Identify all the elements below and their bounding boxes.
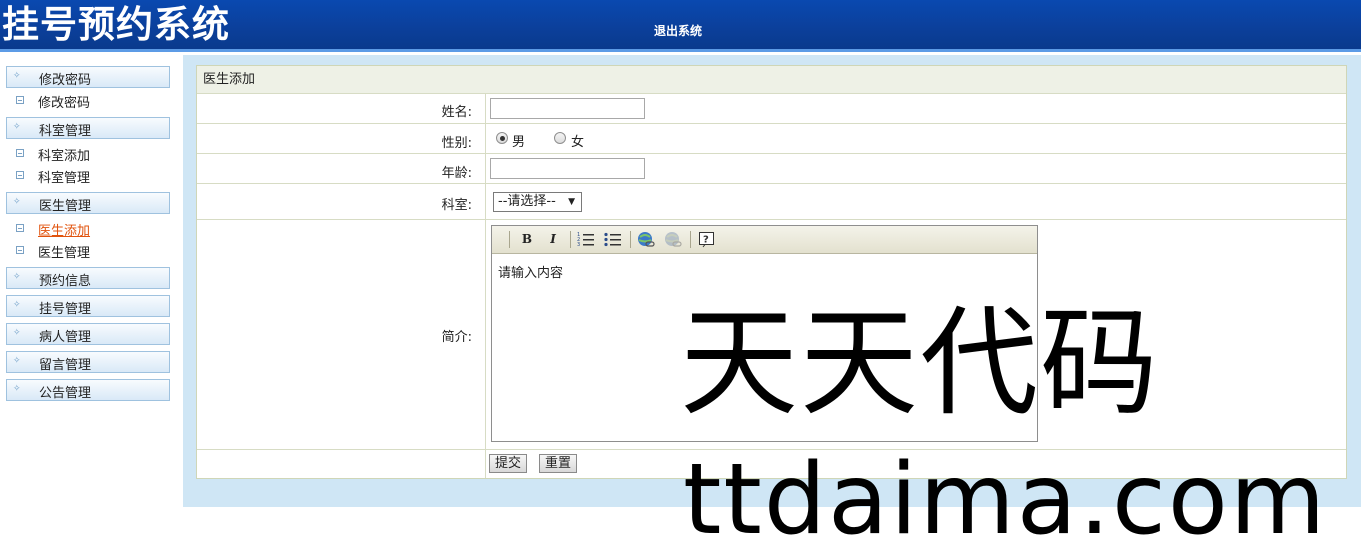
watermark-text-cn: 天天代码 bbox=[680, 294, 1161, 432]
menu-group-registration[interactable]: ✧ 挂号管理 bbox=[6, 295, 170, 317]
collapse-icon bbox=[16, 149, 24, 157]
form-row-age: 年龄: bbox=[197, 154, 1346, 184]
menu-group-label: 病人管理 bbox=[39, 330, 92, 345]
expand-icon: ✧ bbox=[13, 71, 21, 81]
sidebar-item-label: 医生添加 bbox=[38, 224, 91, 239]
unordered-list-icon[interactable] bbox=[604, 231, 622, 248]
department-select[interactable]: --请选择-- ▼ bbox=[493, 192, 582, 212]
header-bar: 挂号预约系统 退出系统 bbox=[0, 0, 1361, 52]
logout-link[interactable]: 退出系统 bbox=[654, 22, 702, 39]
department-select-value: --请选择-- bbox=[498, 194, 556, 209]
menu-group-label: 留言管理 bbox=[39, 358, 92, 373]
collapse-icon bbox=[16, 171, 24, 179]
expand-icon: ✧ bbox=[13, 272, 21, 282]
name-input[interactable] bbox=[490, 98, 645, 119]
menu-group-message[interactable]: ✧ 留言管理 bbox=[6, 351, 170, 373]
editor-toolbar: B I 123 ? bbox=[492, 226, 1037, 254]
collapse-icon bbox=[16, 246, 24, 254]
menu-group-label: 挂号管理 bbox=[39, 302, 92, 317]
sidebar-item-department-add[interactable]: 科室添加 bbox=[6, 143, 170, 165]
expand-icon: ✧ bbox=[13, 356, 21, 366]
department-label: 科室: bbox=[441, 198, 472, 213]
intro-label: 简介: bbox=[441, 330, 472, 345]
menu-group-label: 科室管理 bbox=[39, 124, 92, 139]
form-row-name: 姓名: bbox=[197, 94, 1346, 124]
remove-link-icon[interactable] bbox=[664, 231, 682, 248]
name-label: 姓名: bbox=[441, 105, 472, 120]
sidebar-item-label: 科室添加 bbox=[38, 149, 91, 164]
menu-group-label: 预约信息 bbox=[39, 274, 92, 289]
sidebar-item-department-manage[interactable]: 科室管理 bbox=[6, 165, 170, 187]
insert-link-icon[interactable] bbox=[637, 231, 655, 248]
menu-group-label: 修改密码 bbox=[39, 73, 92, 88]
age-label: 年龄: bbox=[441, 166, 472, 181]
menu-group-password[interactable]: ✧ 修改密码 bbox=[6, 66, 170, 88]
menu-group-department[interactable]: ✧ 科室管理 bbox=[6, 117, 170, 139]
menu-group-appointment[interactable]: ✧ 预约信息 bbox=[6, 267, 170, 289]
bold-icon[interactable]: B bbox=[518, 231, 536, 248]
menu-group-patient[interactable]: ✧ 病人管理 bbox=[6, 323, 170, 345]
dropdown-arrow-icon: ▼ bbox=[568, 197, 575, 207]
sidebar-item-doctor-add[interactable]: 医生添加 bbox=[6, 218, 170, 240]
menu-group-label: 公告管理 bbox=[39, 386, 92, 401]
expand-icon: ✧ bbox=[13, 384, 21, 394]
watermark-text-url: ttdaima.com bbox=[683, 443, 1328, 557]
submit-button[interactable]: 提交 bbox=[489, 454, 528, 473]
expand-icon: ✧ bbox=[13, 328, 21, 338]
menu-group-doctor[interactable]: ✧ 医生管理 bbox=[6, 192, 170, 214]
gender-male-label: 男 bbox=[512, 135, 526, 150]
form-row-department: 科室: --请选择-- ▼ bbox=[197, 184, 1346, 220]
collapse-icon bbox=[16, 96, 24, 104]
gender-female-radio[interactable] bbox=[554, 132, 566, 144]
svg-text:?: ? bbox=[703, 235, 709, 246]
help-icon[interactable]: ? bbox=[698, 231, 716, 248]
italic-icon[interactable]: I bbox=[544, 231, 562, 248]
editor-content[interactable]: 请输入内容 bbox=[498, 262, 563, 281]
reset-button[interactable]: 重置 bbox=[539, 454, 578, 473]
sidebar-item-change-password[interactable]: 修改密码 bbox=[6, 90, 170, 112]
expand-icon: ✧ bbox=[13, 300, 21, 310]
form-title: 医生添加 bbox=[197, 66, 1346, 94]
collapse-icon bbox=[16, 224, 24, 232]
gender-male-radio[interactable] bbox=[496, 132, 508, 144]
expand-icon: ✧ bbox=[13, 122, 21, 132]
menu-group-notice[interactable]: ✧ 公告管理 bbox=[6, 379, 170, 401]
form-row-gender: 性别: 男 女 bbox=[197, 124, 1346, 154]
sidebar-item-doctor-manage[interactable]: 医生管理 bbox=[6, 240, 170, 262]
gender-female-label: 女 bbox=[571, 135, 585, 150]
sidebar-item-label: 修改密码 bbox=[38, 96, 91, 111]
gender-label: 性别: bbox=[441, 136, 472, 151]
ordered-list-icon[interactable]: 123 bbox=[577, 231, 595, 248]
sidebar-item-label: 科室管理 bbox=[38, 171, 91, 186]
age-input[interactable] bbox=[490, 158, 645, 179]
menu-group-label: 医生管理 bbox=[39, 199, 92, 214]
svg-text:3: 3 bbox=[577, 242, 580, 247]
expand-icon: ✧ bbox=[13, 197, 21, 207]
sidebar-item-label: 医生管理 bbox=[38, 246, 91, 261]
sidebar-menu: ✧ 修改密码 修改密码 ✧ 科室管理 科室添加 科室管理 ✧ 医生管理 医生添加… bbox=[6, 66, 170, 407]
app-logo: 挂号预约系统 bbox=[2, 3, 230, 46]
